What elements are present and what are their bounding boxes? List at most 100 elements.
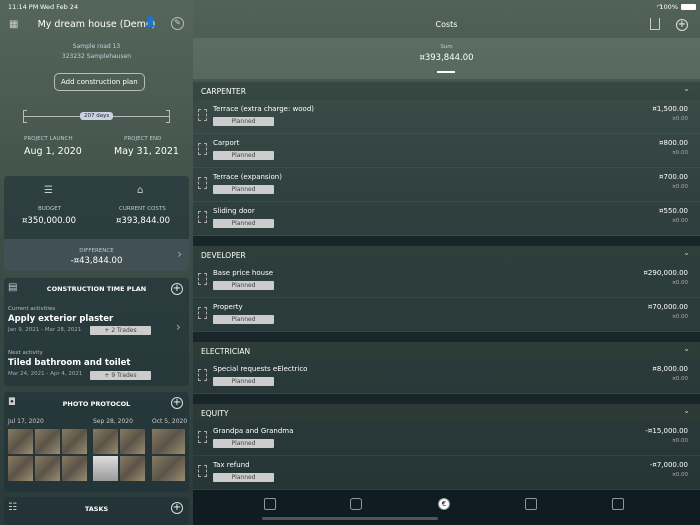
next-activity-dates: Mar 24, 2021 - Apr 4, 2021 [8,371,83,377]
photo-protocol-title: PHOTO PROTOCOL [62,400,131,408]
tab-tasks-icon[interactable] [525,498,537,510]
photo-thumbnail[interactable] [152,456,185,481]
difference-row[interactable]: DIFFERENCE -¤43,844.00 › [4,239,189,271]
costs-panel: ◠ 100% Costs + Sum ¤393,844.00 CARPENTER… [193,0,700,525]
photo-thumbnail[interactable] [8,429,33,454]
photo-thumbnail[interactable] [120,429,145,454]
chevron-down-icon: ⌄ [683,344,690,353]
cost-amount: ¤1,500.00 [652,105,688,113]
cost-row[interactable]: Property Planned ¤70,000.00 ¤0.00 [193,298,700,332]
cost-name: Base price house [213,269,274,277]
add-photo-button[interactable]: + [171,397,183,409]
cost-amount: ¤800.00 [659,139,688,147]
photo-date: Oct 5, 2020 [152,418,188,425]
photo-protocol-card[interactable]: ◘ PHOTO PROTOCOL + Jul 17, 2020 Sep 28, … [4,392,189,492]
cost-amount: -¤7,000.00 [649,461,688,469]
cost-amount: ¤290,000.00 [643,269,688,277]
photo-thumbnail[interactable] [93,429,118,454]
tab-time-plan-icon[interactable] [264,498,276,510]
costs-title: Costs [435,20,458,29]
cost-row[interactable]: Carport Planned ¤800.00 ¤0.00 [193,134,700,168]
time-plan-title: CONSTRUCTION TIME PLAN [46,285,147,293]
address-line-2: 323232 Samplehausen [61,53,132,60]
page-indicator [437,71,455,73]
cost-name: Terrace (extra charge: wood) [213,105,315,113]
project-title: My dream house (Demo) [37,19,156,30]
end-label: PROJECT END [124,136,162,142]
tab-costs-icon[interactable]: € [438,498,450,510]
cost-row[interactable]: Terrace (extra charge: wood) Planned ¤1,… [193,100,700,134]
cost-name: Grandpa and Grandma [213,427,294,435]
project-sidebar: 11:14 PM Wed Feb 24 ▦ My dream house (De… [0,0,193,525]
add-construction-plan-button[interactable]: Add construction plan [54,73,145,91]
share-icon[interactable] [650,18,660,30]
status-badge: Planned [213,439,274,448]
section-header[interactable]: DEVELOPER ⌄ [193,246,700,264]
difference-label: DIFFERENCE [79,248,114,254]
tab-camera-icon[interactable] [350,498,362,510]
section-title: DEVELOPER [201,251,246,260]
tasks-card[interactable]: ☷ TASKS + [4,497,189,525]
photo-thumbnail[interactable] [62,456,87,481]
photo-thumbnail[interactable] [8,456,33,481]
cost-amount: -¤15,000.00 [645,427,688,435]
photo-thumbnail[interactable] [152,429,185,454]
current-trades-badge: + 2 Trades [90,326,151,335]
photo-thumbnail[interactable] [93,456,118,481]
document-icon [198,369,207,381]
photo-thumbnail[interactable] [62,429,87,454]
add-user-icon[interactable]: 👤 [144,17,156,28]
duration-bracket-right [166,110,170,123]
cost-amount: ¤8,000.00 [652,365,688,373]
chevron-down-icon: ⌄ [683,84,690,93]
status-date: Wed Feb 24 [40,3,79,11]
sum-value: ¤393,844.00 [419,53,474,63]
cost-name: Tax refund [213,461,250,469]
cost-amount: ¤700.00 [659,173,688,181]
status-badge: Planned [213,151,274,160]
cost-amount: ¤70,000.00 [647,303,688,311]
photo-thumbnail[interactable] [35,456,60,481]
paid-amount: ¤0.00 [672,184,688,190]
document-icon [198,273,207,285]
add-cost-button[interactable]: + [676,19,688,31]
document-icon [198,177,207,189]
document-icon [198,109,207,121]
photo-date: Sep 28, 2020 [93,418,133,425]
status-badge: Planned [213,219,274,228]
cost-name: Special requests eElectrico [213,365,308,373]
cost-row[interactable]: Sliding door Planned ¤550.00 ¤0.00 [193,202,700,236]
cost-row[interactable]: Special requests eElectrico Planned ¤8,0… [193,360,700,394]
next-activity-label: Next activity [8,350,43,356]
budget-card[interactable]: ☰ ⌂ BUDGET ¤350,000.00 CURRENT COSTS ¤39… [4,176,189,271]
chevron-right-icon: › [176,320,181,334]
section-title: CARPENTER [201,87,246,96]
chevron-right-icon: › [177,247,182,261]
budget-value: ¤350,000.00 [22,216,77,226]
section-header[interactable]: EQUITY ⌄ [193,404,700,422]
paid-amount: ¤0.00 [672,150,688,156]
document-icon [198,211,207,223]
paid-amount: ¤0.00 [672,314,688,320]
cost-row[interactable]: Terrace (expansion) Planned ¤700.00 ¤0.0… [193,168,700,202]
photo-thumbnail[interactable] [35,429,60,454]
cost-row[interactable]: Base price house Planned ¤290,000.00 ¤0.… [193,264,700,298]
next-activity: Tiled bathroom and toilet [8,358,131,368]
section-title: ELECTRICIAN [201,347,251,356]
difference-value: -¤43,844.00 [70,256,123,266]
photo-thumbnail[interactable] [120,456,145,481]
duration-bracket-left [23,110,27,123]
time-plan-card[interactable]: ▤ CONSTRUCTION TIME PLAN + Current activ… [4,278,189,386]
paid-amount: ¤0.00 [672,472,688,478]
cost-row[interactable]: Grandpa and Grandma Planned -¤15,000.00 … [193,422,700,456]
cost-row[interactable]: Tax refund Planned -¤7,000.00 ¤0.00 [193,456,700,490]
document-icon [198,307,207,319]
section-header[interactable]: CARPENTER ⌄ [193,82,700,100]
address-line-1: Sample road 13 [72,43,121,50]
duration-badge: 207 days [80,112,114,120]
tab-notes-icon[interactable] [612,498,624,510]
section-header[interactable]: ELECTRICIAN ⌄ [193,342,700,360]
add-activity-button[interactable]: + [171,283,183,295]
edit-icon[interactable]: ✎ [171,17,184,30]
add-task-button[interactable]: + [171,502,183,514]
